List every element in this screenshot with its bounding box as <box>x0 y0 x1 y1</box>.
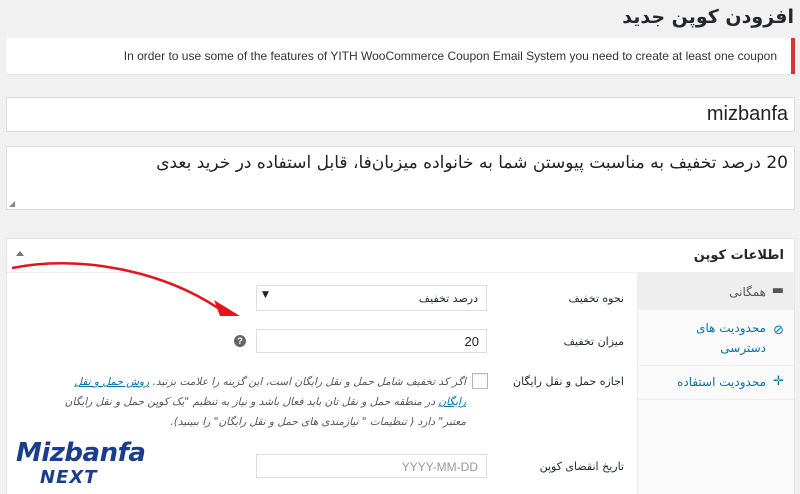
mizbanfa-logo: Mizbanfa NEXT <box>6 436 146 492</box>
logo-bottom-text: NEXT <box>40 467 98 488</box>
annotation-arrow <box>11 262 240 316</box>
logo-top-text: Mizbanfa <box>16 438 146 468</box>
